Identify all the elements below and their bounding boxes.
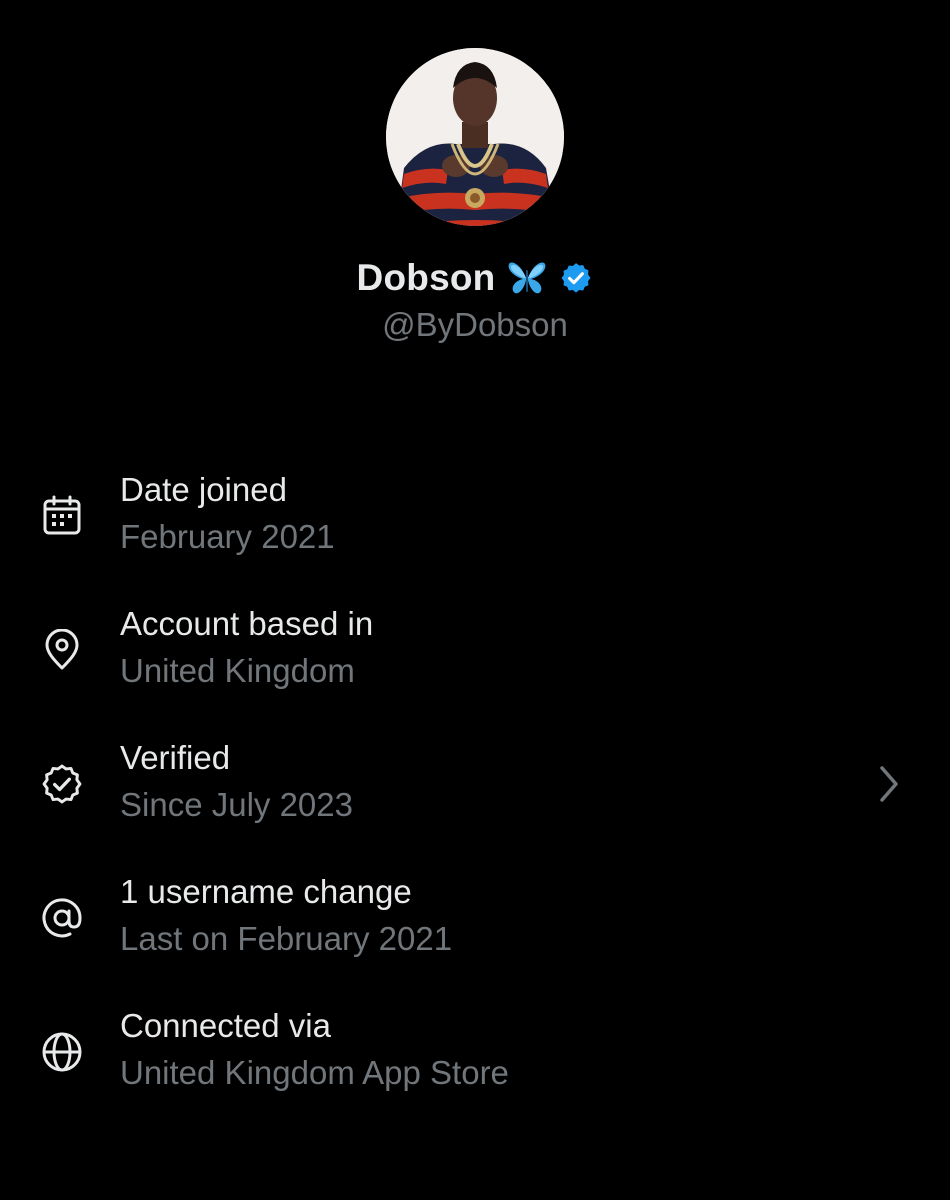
butterfly-emoji-icon bbox=[507, 260, 547, 296]
user-handle: @ByDobson bbox=[382, 306, 568, 343]
info-title: 1 username change bbox=[120, 873, 412, 910]
info-row-account-location: Account based in United Kingdom bbox=[0, 600, 950, 734]
profile-header: Dobson @ByDobson bbox=[0, 48, 950, 344]
info-row-verified[interactable]: Verified Since July 2023 bbox=[0, 734, 950, 868]
avatar-image bbox=[386, 48, 564, 226]
display-name: Dobson bbox=[356, 257, 496, 298]
globe-icon bbox=[38, 1028, 86, 1076]
location-pin-icon bbox=[38, 626, 86, 674]
info-title: Account based in bbox=[120, 605, 374, 642]
chevron-right-icon[interactable] bbox=[874, 762, 904, 806]
info-subtitle: United Kingdom App Store bbox=[120, 1054, 509, 1091]
info-subtitle: February 2021 bbox=[120, 518, 335, 555]
info-subtitle: Since July 2023 bbox=[120, 786, 353, 823]
verified-badge-icon[interactable] bbox=[559, 261, 593, 295]
verified-check-icon bbox=[38, 760, 86, 808]
info-subtitle: Last on February 2021 bbox=[120, 920, 453, 957]
info-row-date-joined: Date joined February 2021 bbox=[0, 466, 950, 600]
name-row: Dobson bbox=[357, 256, 594, 300]
info-title: Date joined bbox=[120, 471, 287, 508]
calendar-icon bbox=[38, 492, 86, 540]
avatar[interactable] bbox=[386, 48, 564, 226]
info-subtitle: United Kingdom bbox=[120, 652, 355, 689]
info-title: Connected via bbox=[120, 1007, 331, 1044]
info-row-username-changes: 1 username change Last on February 2021 bbox=[0, 868, 950, 1002]
info-row-connected-via: Connected via United Kingdom App Store bbox=[0, 1002, 950, 1136]
info-title: Verified bbox=[120, 739, 231, 776]
at-sign-icon bbox=[38, 894, 86, 942]
about-account-list: Date joined February 2021 Account based … bbox=[0, 466, 950, 1136]
